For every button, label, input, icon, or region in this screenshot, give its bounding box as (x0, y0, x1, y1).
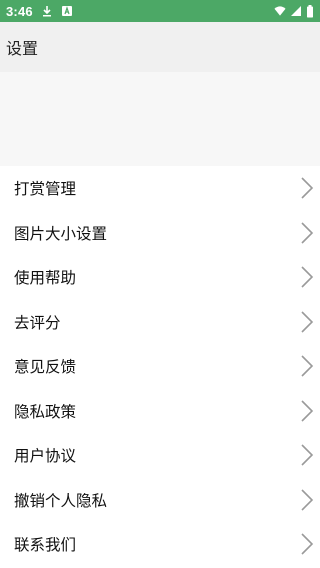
menu-item-label: 打赏管理 (14, 180, 77, 199)
status-right (274, 5, 314, 18)
menu-item-user-agreement[interactable]: 用户协议 (0, 433, 320, 478)
menu-item-label: 意见反馈 (14, 358, 77, 377)
chevron-right-icon (300, 488, 314, 512)
chevron-right-icon (300, 399, 314, 423)
settings-menu-list: 打赏管理 图片大小设置 使用帮助 去评分 意见反馈 隐私政策 用户协议 撤销个人… (0, 166, 320, 568)
status-time: 3:46 (6, 3, 33, 19)
menu-item-feedback[interactable]: 意见反馈 (0, 344, 320, 389)
menu-item-reward-management[interactable]: 打赏管理 (0, 166, 320, 211)
menu-item-privacy-policy[interactable]: 隐私政策 (0, 389, 320, 434)
download-icon (41, 5, 53, 17)
menu-item-label: 联系我们 (14, 536, 77, 555)
chevron-right-icon (300, 532, 314, 556)
app-bar: 设置 (0, 22, 320, 72)
menu-item-label: 撤销个人隐私 (14, 491, 108, 510)
status-left: 3:46 (6, 4, 73, 19)
battery-icon (306, 5, 314, 18)
menu-item-image-size-settings[interactable]: 图片大小设置 (0, 211, 320, 256)
chevron-right-icon (300, 310, 314, 334)
cellular-signal-icon (290, 5, 302, 17)
chevron-right-icon (300, 221, 314, 245)
status-bar: 3:46 (0, 0, 320, 22)
app-notification-icon (61, 5, 73, 17)
chevron-right-icon (300, 176, 314, 200)
header-banner-area (0, 72, 320, 166)
menu-item-revoke-privacy[interactable]: 撤销个人隐私 (0, 478, 320, 523)
chevron-right-icon (300, 354, 314, 378)
menu-item-help[interactable]: 使用帮助 (0, 255, 320, 300)
menu-item-rate[interactable]: 去评分 (0, 300, 320, 345)
chevron-right-icon (300, 443, 314, 467)
chevron-right-icon (300, 265, 314, 289)
menu-item-label: 使用帮助 (14, 269, 77, 288)
menu-item-label: 去评分 (14, 313, 61, 332)
wifi-icon (274, 5, 286, 17)
menu-item-label: 用户协议 (14, 447, 77, 466)
menu-item-contact-us[interactable]: 联系我们 (0, 522, 320, 567)
menu-item-label: 图片大小设置 (14, 224, 108, 243)
menu-item-label: 隐私政策 (14, 402, 77, 421)
page-title: 设置 (6, 39, 39, 58)
